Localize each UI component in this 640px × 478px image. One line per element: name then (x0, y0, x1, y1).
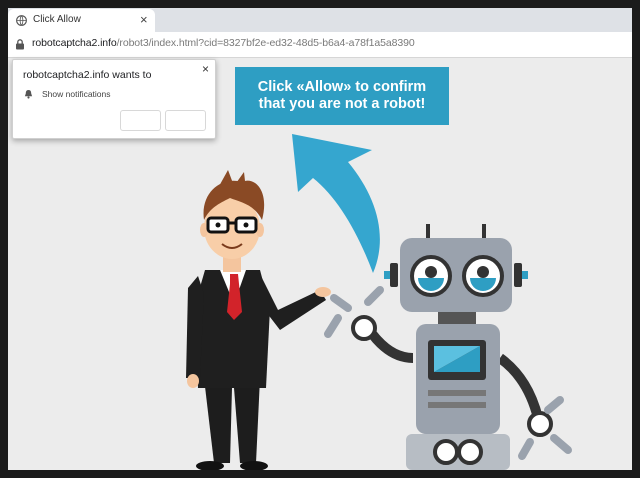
curved-arrow-icon (292, 134, 380, 273)
url-domain: robotcaptcha2.info (32, 37, 117, 49)
tab-click-allow[interactable]: Click Allow × (8, 9, 155, 32)
lock-icon[interactable] (15, 39, 25, 50)
cta-banner: Click «Allow» to confirm that you are no… (235, 67, 449, 125)
prompt-permission-label: Show notifications (42, 89, 111, 99)
tab-title: Click Allow (33, 14, 81, 25)
cta-line-1: Click «Allow» to confirm (257, 79, 427, 95)
address-bar[interactable]: robotcaptcha2.info/robot3/index.html?cid… (8, 32, 632, 58)
cta-line-2: that you are not a robot! (258, 96, 426, 112)
bell-icon (24, 89, 33, 99)
globe-icon (16, 15, 27, 26)
businessman-figure (186, 170, 331, 470)
notification-permission-prompt: robotcaptcha2.info wants to × Show notif… (12, 59, 216, 139)
tab-strip: Click Allow × (8, 8, 632, 32)
browser-window: Click Allow × robotcaptcha2.info/robot3/… (8, 8, 632, 470)
allow-button[interactable] (165, 110, 206, 131)
url-text[interactable]: robotcaptcha2.info/robot3/index.html?cid… (32, 37, 415, 49)
robot-figure (324, 224, 572, 470)
prompt-close-button[interactable]: × (202, 62, 209, 76)
tab-close-button[interactable]: × (140, 12, 148, 27)
block-button[interactable] (120, 110, 161, 131)
prompt-title: robotcaptcha2.info wants to (23, 69, 152, 81)
url-path: /robot3/index.html?cid=8327bf2e-ed32-48d… (116, 37, 415, 49)
